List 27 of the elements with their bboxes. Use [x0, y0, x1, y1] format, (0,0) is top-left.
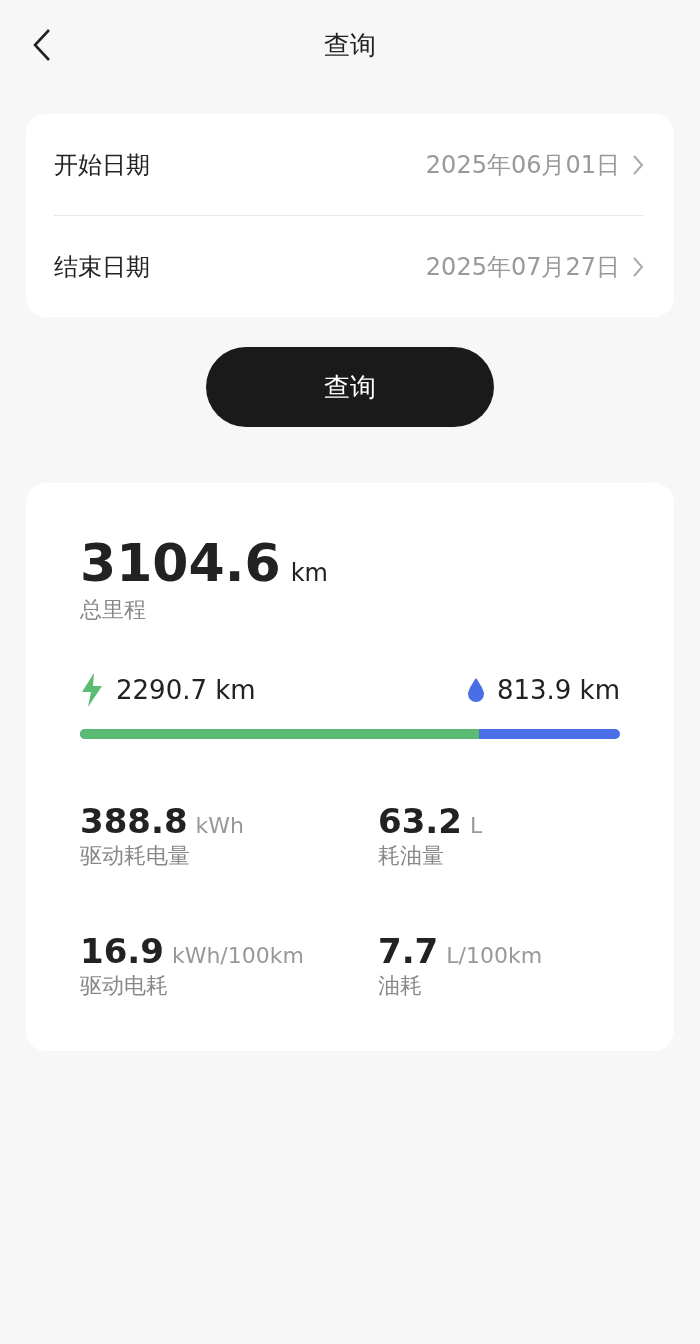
lightning-icon — [80, 673, 104, 707]
stat-value: 16.9 — [80, 931, 164, 971]
chevron-right-icon — [632, 153, 644, 176]
total-label: 总里程 — [80, 596, 147, 624]
stat-unit: L — [469, 813, 483, 838]
electric-distance: 2290.7 km — [116, 675, 256, 705]
date-label: 开始日期 — [54, 149, 150, 181]
stat-label: 驱动电耗 — [80, 972, 169, 1000]
stat-label: 油耗 — [378, 972, 423, 1000]
query-button[interactable]: 查询 — [206, 347, 494, 427]
stat-value: 7.7 — [378, 931, 439, 971]
stat-value: 388.8 — [80, 801, 188, 841]
stat-unit: kWh/100km — [171, 943, 304, 968]
total-mileage: 3104.6 — [80, 533, 281, 593]
drop-icon — [466, 677, 485, 703]
stat-label: 耗油量 — [378, 842, 445, 870]
stat-unit: L/100km — [446, 943, 543, 968]
fuel-distance: 813.9 km — [496, 675, 620, 705]
date-label: 结束日期 — [54, 251, 150, 283]
page-title: 查询 — [324, 28, 376, 62]
stat-unit: kWh — [195, 813, 244, 838]
date-value[interactable]: 2025年06月01日 — [425, 148, 620, 181]
date-value[interactable]: 2025年07月27日 — [425, 250, 620, 283]
chevron-right-icon — [632, 255, 644, 278]
total-unit: km — [290, 559, 328, 587]
stat-value: 63.2 — [378, 801, 462, 841]
stat-label: 驱动耗电量 — [80, 842, 191, 870]
